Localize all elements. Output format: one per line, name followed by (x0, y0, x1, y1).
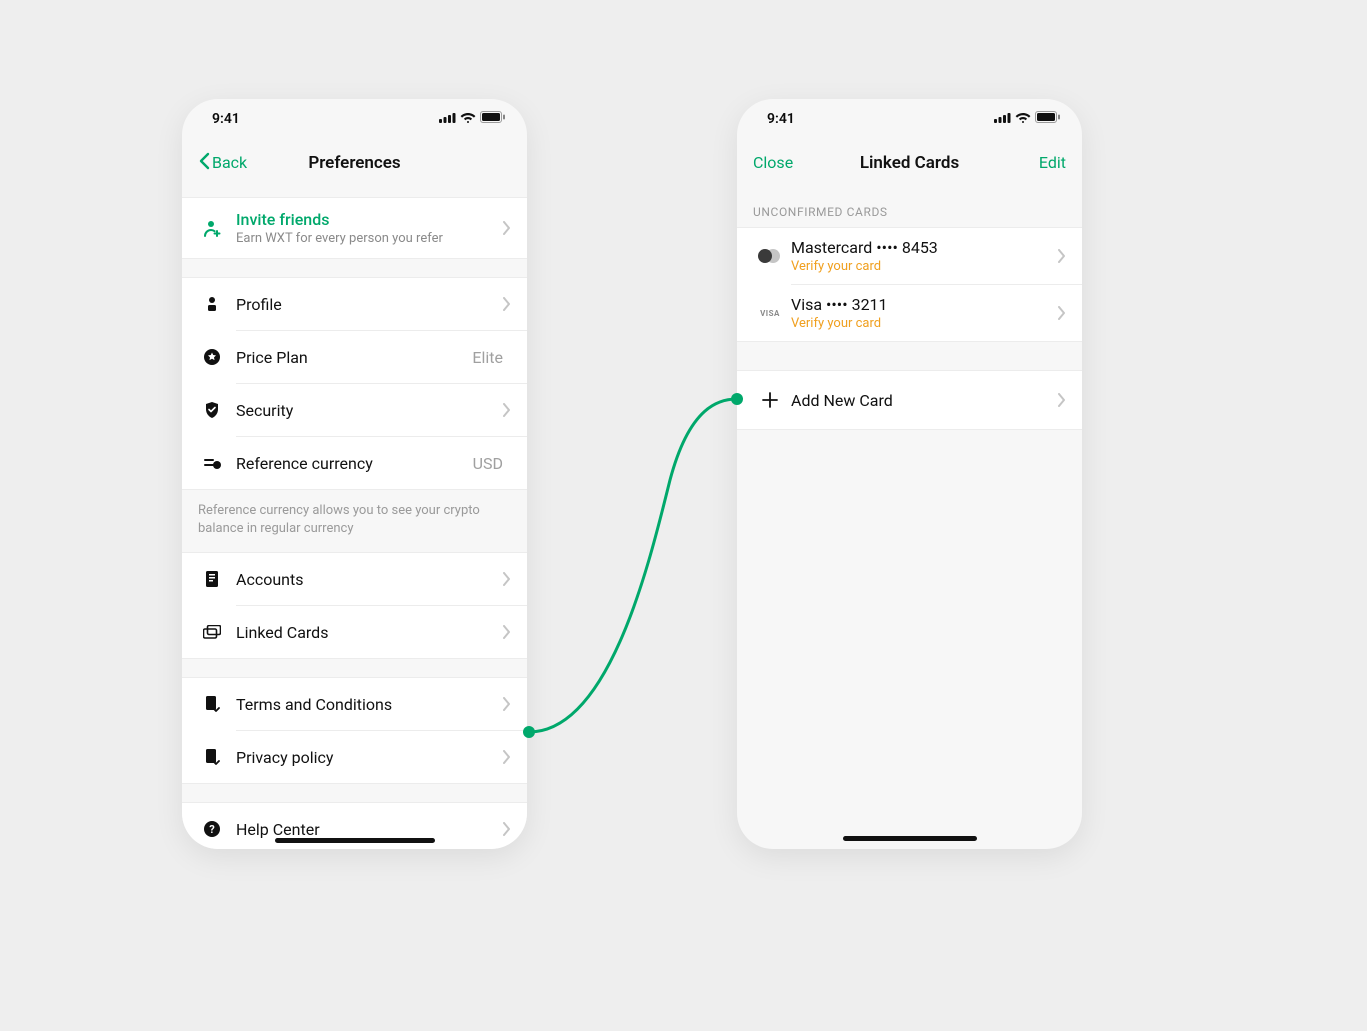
chevron-left-icon (198, 152, 210, 174)
accounts-icon (198, 570, 226, 588)
row-title: Price Plan (236, 348, 472, 367)
row-value: Elite (472, 348, 503, 367)
row-title: Invite friends (236, 210, 503, 229)
nav-bar: Back Preferences (182, 139, 527, 187)
invite-friends-icon (198, 219, 226, 237)
visa-icon: VISA (753, 309, 787, 318)
chevron-right-icon (503, 221, 511, 235)
connector-dot-start (523, 726, 535, 738)
close-label: Close (753, 153, 793, 172)
status-time: 9:41 (767, 111, 795, 127)
home-indicator (275, 838, 435, 843)
row-security[interactable]: Security (182, 384, 527, 436)
row-price-plan[interactable]: Price Plan Elite (182, 331, 527, 383)
row-title: Terms and Conditions (236, 695, 503, 714)
chevron-right-icon (503, 572, 511, 586)
document-check-icon (198, 748, 226, 766)
row-invite-friends[interactable]: Invite friends Earn WXT for every person… (182, 198, 527, 258)
row-privacy[interactable]: Privacy policy (182, 731, 527, 783)
chevron-right-icon (503, 625, 511, 639)
row-accounts[interactable]: Accounts (182, 553, 527, 605)
signal-icon (439, 111, 456, 127)
edit-button[interactable]: Edit (1039, 153, 1066, 172)
mastercard-icon (753, 248, 787, 264)
chevron-right-icon (1058, 393, 1066, 407)
chevron-right-icon (503, 697, 511, 711)
connector-dot-end (731, 393, 743, 405)
row-title: Add New Card (791, 391, 1058, 410)
chevron-right-icon (1058, 249, 1066, 263)
section-unconfirmed-cards: Mastercard •••• 8453 Verify your card VI… (737, 227, 1082, 342)
row-value: USD (473, 454, 503, 473)
signal-icon (994, 111, 1011, 127)
section-header-unconfirmed: Unconfirmed Cards (737, 187, 1082, 227)
section-wallet: Accounts Linked Cards (182, 553, 527, 659)
row-title: Security (236, 401, 503, 420)
row-title: Reference currency (236, 454, 473, 473)
close-button[interactable]: Close (753, 153, 793, 172)
profile-icon (198, 296, 226, 312)
wifi-icon (460, 111, 476, 127)
chevron-right-icon (1058, 306, 1066, 320)
phone-preferences: 9:41 Back Preferences (182, 99, 527, 849)
chevron-right-icon (503, 297, 511, 311)
row-title: Privacy policy (236, 748, 503, 767)
status-time: 9:41 (212, 111, 240, 127)
card-subtitle: Verify your card (791, 259, 1058, 274)
section-invite: Invite friends Earn WXT for every person… (182, 197, 527, 259)
section-legal: Terms and Conditions Privacy policy (182, 677, 527, 784)
plus-icon (753, 392, 787, 408)
battery-icon (480, 111, 505, 127)
home-indicator (843, 836, 977, 841)
chevron-right-icon (503, 403, 511, 417)
card-title: Mastercard •••• 8453 (791, 238, 1058, 257)
row-profile[interactable]: Profile (182, 278, 527, 330)
row-card-mastercard[interactable]: Mastercard •••• 8453 Verify your card (737, 228, 1082, 284)
currency-icon (198, 456, 226, 470)
shield-icon (198, 401, 226, 419)
status-bar: 9:41 (737, 99, 1082, 139)
reference-currency-footnote: Reference currency allows you to see you… (182, 489, 527, 553)
row-title: Accounts (236, 570, 503, 589)
row-reference-currency[interactable]: Reference currency USD (182, 437, 527, 489)
row-card-visa[interactable]: VISA Visa •••• 3211 Verify your card (737, 285, 1082, 341)
phone-linked-cards: 9:41 Close Linked Cards Edit Unconfirmed… (737, 99, 1082, 849)
chevron-right-icon (503, 750, 511, 764)
row-title: Linked Cards (236, 623, 503, 642)
battery-icon (1035, 111, 1060, 127)
row-title: Help Center (236, 820, 503, 839)
star-circle-icon (198, 348, 226, 366)
back-button[interactable]: Back (198, 152, 247, 174)
nav-bar: Close Linked Cards Edit (737, 139, 1082, 187)
row-linked-cards[interactable]: Linked Cards (182, 606, 527, 658)
row-title: Profile (236, 295, 503, 314)
section-add-card: Add New Card (737, 370, 1082, 430)
row-add-new-card[interactable]: Add New Card (737, 371, 1082, 429)
svg-text:?: ? (209, 823, 215, 836)
row-subtitle: Earn WXT for every person you refer (236, 231, 503, 246)
help-icon: ? (198, 820, 226, 838)
document-check-icon (198, 695, 226, 713)
wifi-icon (1015, 111, 1031, 127)
card-title: Visa •••• 3211 (791, 295, 1058, 314)
linked-cards-icon (198, 625, 226, 639)
section-account: Profile Price Plan Elite Security Refere… (182, 277, 527, 489)
edit-label: Edit (1039, 153, 1066, 172)
status-bar: 9:41 (182, 99, 527, 139)
card-subtitle: Verify your card (791, 316, 1058, 331)
status-icons (439, 111, 505, 127)
back-label: Back (212, 153, 247, 172)
row-terms[interactable]: Terms and Conditions (182, 678, 527, 730)
status-icons (994, 111, 1060, 127)
chevron-right-icon (503, 822, 511, 836)
